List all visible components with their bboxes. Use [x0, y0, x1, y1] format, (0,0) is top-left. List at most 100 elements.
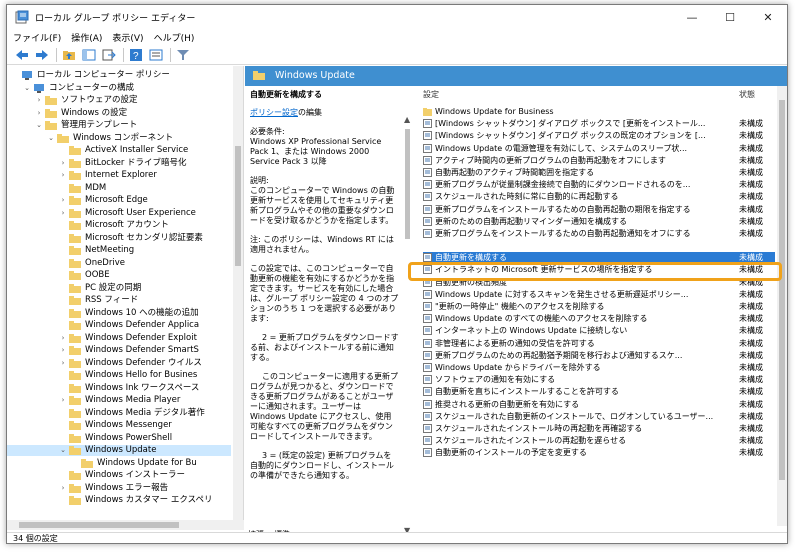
setting-row[interactable]: ソフトウェアの通知を有効にする 未構成 [423, 374, 775, 385]
scroll-thumb[interactable] [405, 129, 410, 239]
tree-item[interactable]: › Windows エラー報告 [7, 483, 231, 494]
setting-row[interactable]: 自動更新のインストールの予定を変更する 未構成 [423, 447, 775, 458]
tree-item[interactable]: MDM [7, 183, 231, 194]
setting-row[interactable]: アクティブ時間内の更新プログラムの自動再起動をオフにします 未構成 [423, 155, 775, 166]
tree-item[interactable]: ローカル コンピューター ポリシー [7, 70, 231, 81]
help-button[interactable]: ? [127, 47, 145, 63]
chevron-down-icon[interactable]: ⌄ [35, 120, 43, 131]
tree-item[interactable]: › Microsoft User Experience [7, 208, 231, 219]
chevron-right-icon[interactable]: › [59, 358, 67, 369]
up-folder-button[interactable] [60, 47, 78, 63]
show-hide-tree-button[interactable] [80, 47, 98, 63]
tree-item[interactable]: Windows PowerShell [7, 433, 231, 444]
tree-item[interactable]: › Windows Defender Exploit [7, 333, 231, 344]
setting-row[interactable]: Windows Update からドライバーを除外する 未構成 [423, 362, 775, 373]
column-setting[interactable]: 設定 [423, 90, 439, 99]
setting-row[interactable]: 自動更新を直ちにインストールすることを許可する 未構成 [423, 386, 775, 397]
menu-file[interactable]: ファイル(F) [13, 31, 61, 44]
maximize-button[interactable]: ☐ [711, 5, 749, 29]
scroll-thumb[interactable] [779, 100, 785, 480]
column-state[interactable]: 状態 [739, 89, 755, 100]
tree-item[interactable]: RSS フィード [7, 295, 231, 306]
tree-vertical-scrollbar[interactable] [233, 66, 243, 520]
tree-item[interactable]: › BitLocker ドライブ暗号化 [7, 158, 231, 169]
tree-item[interactable]: NetMeeting [7, 245, 231, 256]
close-button[interactable]: ✕ [749, 5, 787, 29]
tree-item[interactable]: › Windows の設定 [7, 108, 231, 119]
tree-item[interactable]: ⌄ Windows コンポーネント [7, 133, 231, 144]
setting-row[interactable]: スケジュールされたインストール時の再起動を再確認する 未構成 [423, 423, 775, 434]
chevron-down-icon[interactable]: ⌄ [59, 445, 67, 456]
tree-item[interactable]: › Windows Defender SmartS [7, 345, 231, 356]
chevron-right-icon[interactable]: › [59, 195, 67, 206]
filter-button[interactable] [174, 47, 192, 63]
setting-row[interactable]: 更新のための自動再起動リマインダー通知を構成する 未構成 [423, 216, 775, 227]
setting-row[interactable]: スケジュールされたインストールの再起動を遅らせる 未構成 [423, 435, 775, 446]
back-button[interactable] [13, 47, 31, 63]
scroll-thumb[interactable] [19, 522, 179, 528]
tree-item[interactable]: › ソフトウェアの設定 [7, 95, 231, 106]
tree-item[interactable]: › Internet Explorer [7, 170, 231, 181]
setting-row[interactable]: [Windows シャットダウン] ダイアログ ボックスの既定のオプションを [… [423, 130, 775, 141]
tree-item[interactable]: Windows インストーラー [7, 470, 231, 481]
chevron-right-icon[interactable]: › [59, 395, 67, 406]
scroll-up-icon[interactable]: ▲ [404, 115, 410, 124]
setting-row[interactable]: 更新プログラムをインストールするための自動再起動通知をオフにする 未構成 [423, 228, 775, 239]
setting-row[interactable]: 更新プログラムが従量制課金接続で自動的にダウンロードされるのを... 未構成 [423, 179, 775, 190]
setting-row[interactable]: インターネット上の Windows Update に接続しない 未構成 [423, 325, 775, 336]
tree-item[interactable]: Windows Ink ワークスペース [7, 383, 231, 394]
tree-item[interactable]: Microsoft セカンダリ認証要素 [7, 233, 231, 244]
chevron-right-icon[interactable]: › [59, 208, 67, 219]
tree-item[interactable]: Windows Update for Bu [7, 458, 231, 469]
tree-item[interactable]: Windows Hello for Busines [7, 370, 231, 381]
chevron-right-icon[interactable]: › [59, 345, 67, 356]
tree-item[interactable]: Windows Messenger [7, 420, 231, 431]
tree-item[interactable]: OOBE [7, 270, 231, 281]
tree-item[interactable]: Windows Media デジタル著作 [7, 408, 231, 419]
setting-row[interactable]: Windows Update の電源管理を有効にして、システムのスリープ状...… [423, 143, 775, 154]
setting-row[interactable]: 自動再起動のアクティブ時間範囲を指定する 未構成 [423, 167, 775, 178]
chevron-right-icon[interactable]: › [59, 333, 67, 344]
setting-row[interactable]: 更新プログラムをインストールするための自動再起動の期限を指定する 未構成 [423, 204, 775, 215]
properties-button[interactable] [147, 47, 165, 63]
tree-item[interactable]: PC 設定の同期 [7, 283, 231, 294]
list-vertical-scrollbar[interactable] [777, 86, 787, 526]
chevron-right-icon[interactable]: › [59, 170, 67, 181]
chevron-down-icon[interactable]: ⌄ [23, 83, 31, 94]
scroll-thumb[interactable] [235, 146, 241, 266]
tree-item[interactable]: › Windows Media Player [7, 395, 231, 406]
setting-row[interactable]: 推奨される更新の自動更新を有効にする 未構成 [423, 399, 775, 410]
tree-item[interactable]: Microsoft アカウント [7, 220, 231, 231]
tree-item[interactable]: ActiveX Installer Service [7, 145, 231, 156]
setting-row[interactable]: スケジュールされた時刻に常に自動的に再起動する 未構成 [423, 191, 775, 202]
edit-policy-link[interactable]: ポリシー設定 [250, 108, 298, 117]
minimize-button[interactable]: — [673, 5, 711, 29]
chevron-down-icon[interactable]: ⌄ [47, 133, 55, 144]
setting-row[interactable]: [Windows シャットダウン] ダイアログ ボックスで [更新をインストール… [423, 118, 775, 129]
setting-row[interactable]: Windows Update のすべての機能へのアクセスを削除する 未構成 [423, 313, 775, 324]
tree-item[interactable]: ⌄ 管理用テンプレート [7, 120, 231, 131]
tree-item[interactable]: ⌄ コンピューターの構成 [7, 83, 231, 94]
tree-item[interactable]: Windows 10 への機能の追加 [7, 308, 231, 319]
setting-row[interactable]: "更新の一時停止" 機能へのアクセスを削除する 未構成 [423, 301, 775, 312]
tree-horizontal-scrollbar[interactable] [7, 520, 244, 530]
description-scrollbar[interactable]: ▲ ▼ [404, 115, 412, 535]
export-list-button[interactable] [100, 47, 118, 63]
chevron-right-icon[interactable]: › [35, 108, 43, 119]
tree-item[interactable]: Windows Defender Applica [7, 320, 231, 331]
menu-action[interactable]: 操作(A) [71, 31, 102, 44]
menu-view[interactable]: 表示(V) [112, 31, 143, 44]
tree-item[interactable]: OneDrive [7, 258, 231, 269]
setting-row[interactable]: Windows Update に対するスキャンを発生させる更新遅延ポリシー...… [423, 289, 775, 300]
chevron-right-icon[interactable]: › [35, 95, 43, 106]
setting-row[interactable]: スケジュールされた自動更新のインストールで、ログオンしているユーザー... 未構成 [423, 411, 775, 422]
chevron-right-icon[interactable]: › [59, 483, 67, 494]
tree-item[interactable]: Windows カスタマー エクスペリ [7, 495, 231, 506]
setting-row[interactable]: 非管理者による更新の通知の受信を許可する 未構成 [423, 338, 775, 349]
setting-row[interactable]: Windows Update for Business [423, 106, 775, 117]
tree-item[interactable]: ⌄ Windows Update [7, 445, 231, 456]
setting-row[interactable]: 更新プログラムのための再起動猶予期間を移行および通知するスケ... 未構成 [423, 350, 775, 361]
tree-item[interactable]: › Microsoft Edge [7, 195, 231, 206]
forward-button[interactable] [33, 47, 51, 63]
tree-item[interactable]: › Windows Defender ウイルス [7, 358, 231, 369]
